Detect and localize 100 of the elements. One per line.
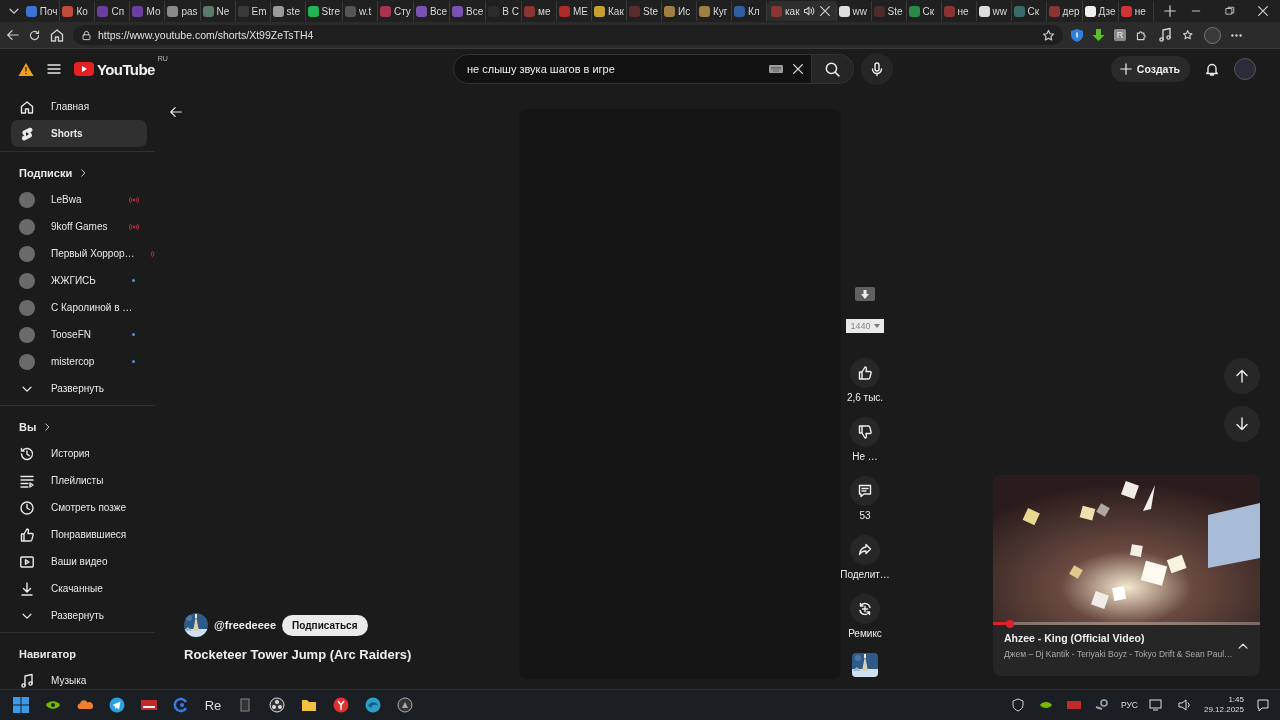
- search-button[interactable]: [812, 54, 854, 84]
- dislike-button[interactable]: [850, 417, 880, 447]
- browser-tab[interactable]: Мо: [130, 1, 166, 21]
- browser-tab[interactable]: не: [941, 1, 977, 21]
- subscription-item[interactable]: TooseFN: [11, 321, 147, 348]
- browser-tab[interactable]: Сп: [95, 1, 131, 21]
- download-arrow-icon: [861, 289, 869, 299]
- game-icon[interactable]: [397, 697, 413, 713]
- wave-logo-icon[interactable]: [365, 697, 381, 713]
- volume-icon[interactable]: [1176, 697, 1193, 713]
- live-icon: [129, 222, 139, 231]
- previous-button[interactable]: [1224, 358, 1260, 394]
- search-field[interactable]: не слышу звука шагов в игре: [465, 62, 761, 76]
- record-icon[interactable]: [269, 697, 285, 713]
- browser-tab[interactable]: Ко: [60, 1, 96, 21]
- sidebar-item[interactable]: История: [11, 440, 147, 467]
- browser-tab[interactable]: Ne: [200, 1, 236, 21]
- subscription-item[interactable]: mistercop: [11, 348, 147, 375]
- browser-tab[interactable]: дер: [1046, 1, 1083, 21]
- app-icon[interactable]: Re: [204, 696, 222, 714]
- back-button[interactable]: [169, 105, 183, 119]
- sidebar-item[interactable]: Shorts: [11, 120, 147, 147]
- browser-tab[interactable]: Ste: [871, 1, 907, 21]
- menu-button[interactable]: [46, 61, 62, 77]
- clear-search-button[interactable]: [791, 62, 805, 76]
- share-button[interactable]: [850, 535, 880, 565]
- address-bar[interactable]: https://www.youtube.com/shorts/Xt99ZeTsTH4: [73, 25, 1063, 45]
- sound-thumbnail[interactable]: [852, 653, 878, 677]
- sidebar-item[interactable]: Смотреть позже: [11, 494, 147, 521]
- remix-button[interactable]: [850, 594, 880, 624]
- browser-tab[interactable]: Ск: [1011, 1, 1047, 21]
- paper-plane-icon[interactable]: [109, 697, 125, 713]
- download-arrow-icon[interactable]: [1092, 28, 1105, 42]
- browser-tab[interactable]: МЕ: [557, 1, 592, 21]
- browser-tab[interactable]: Куг: [697, 1, 732, 21]
- subscription-item[interactable]: 9koff Games: [11, 213, 147, 240]
- voice-search-button[interactable]: [861, 53, 893, 85]
- subscribe-button[interactable]: Подписаться: [282, 614, 368, 636]
- subscription-item[interactable]: LeBwa: [11, 186, 147, 213]
- browser-tab[interactable]: Stre: [305, 1, 343, 21]
- notification-icon[interactable]: [1255, 697, 1271, 713]
- channel-name[interactable]: @freedeeee: [214, 619, 277, 631]
- browser-tab[interactable]: В С: [486, 1, 522, 21]
- browser-tab[interactable]: Ste: [627, 1, 662, 21]
- browser-tab[interactable]: ste: [270, 1, 306, 21]
- subscription-item[interactable]: ЖЖГИСЬ: [11, 267, 147, 294]
- display-icon[interactable]: [1148, 697, 1165, 713]
- thumbs-down-icon: [857, 424, 873, 440]
- comments-button[interactable]: [850, 476, 880, 506]
- browser-tab[interactable]: ww: [836, 1, 872, 21]
- browser-tab[interactable]: Поч: [23, 1, 61, 21]
- section-heading[interactable]: Вы: [0, 413, 155, 440]
- document-icon[interactable]: [237, 697, 253, 713]
- shield-tray-icon[interactable]: [1009, 697, 1026, 713]
- arrow-down-icon: [1234, 416, 1250, 432]
- browser-tab[interactable]: pas: [165, 1, 201, 21]
- steam-tray-icon[interactable]: [1093, 697, 1110, 713]
- browser-tab[interactable]: Сту: [377, 1, 414, 21]
- section-heading[interactable]: Подписки: [0, 159, 155, 186]
- like-button[interactable]: [850, 358, 880, 388]
- browser-tab[interactable]: w.t: [342, 1, 378, 21]
- sidebar-item[interactable]: Главная: [11, 93, 147, 120]
- subscription-item[interactable]: С Каролиной в …: [11, 294, 147, 321]
- browser-tab[interactable]: Все: [413, 1, 451, 21]
- browser-tab[interactable]: Как: [592, 1, 627, 21]
- browser-tab[interactable]: Ис: [662, 1, 697, 21]
- circle-arrow-icon[interactable]: [173, 697, 189, 713]
- keyboard-icon[interactable]: [769, 64, 783, 74]
- browser-tab[interactable]: Em: [235, 1, 271, 21]
- expand-item[interactable]: Развернуть: [11, 375, 147, 402]
- sidebar-item[interactable]: Ваши видео: [11, 548, 147, 575]
- create-button[interactable]: Создать: [1110, 56, 1190, 82]
- notifications-button[interactable]: [1204, 61, 1220, 77]
- browser-tab[interactable]: ме: [522, 1, 557, 21]
- mixer-icon[interactable]: [141, 697, 157, 713]
- arrow-up-icon: [1234, 368, 1250, 384]
- profile-avatar[interactable]: [1204, 26, 1221, 44]
- search-box[interactable]: не слышу звука шагов в игре: [453, 54, 812, 84]
- sidebar-item[interactable]: Скачанные: [11, 575, 147, 602]
- shield-icon[interactable]: [1071, 28, 1083, 42]
- browser-tab[interactable]: как: [767, 1, 837, 21]
- sidebar-item[interactable]: Понравившиеся: [11, 521, 147, 548]
- download-button[interactable]: [855, 287, 875, 301]
- browser-tab[interactable]: Ск: [906, 1, 942, 21]
- browser-tab[interactable]: ww: [976, 1, 1012, 21]
- sidebar-item[interactable]: Музыка: [11, 667, 147, 689]
- sidebar-item[interactable]: Плейлисты: [11, 467, 147, 494]
- next-button[interactable]: [1224, 406, 1260, 442]
- channel-avatar: [19, 299, 35, 316]
- start-icon[interactable]: [13, 697, 29, 713]
- browser-logo-icon[interactable]: [333, 697, 349, 713]
- clock[interactable]: 1:45 29.12.2025: [1203, 695, 1244, 715]
- browser-tab[interactable]: Все: [450, 1, 487, 21]
- subscription-item[interactable]: Первый Хоррор…: [11, 240, 147, 267]
- language-indicator[interactable]: РУС: [1120, 700, 1138, 710]
- share-icon: [857, 542, 873, 558]
- expand-item[interactable]: Развернуть: [11, 602, 147, 629]
- browser-tab[interactable]: не: [1118, 1, 1154, 21]
- folder-icon[interactable]: [301, 697, 317, 713]
- browser-tab[interactable]: Дзе: [1082, 1, 1119, 21]
